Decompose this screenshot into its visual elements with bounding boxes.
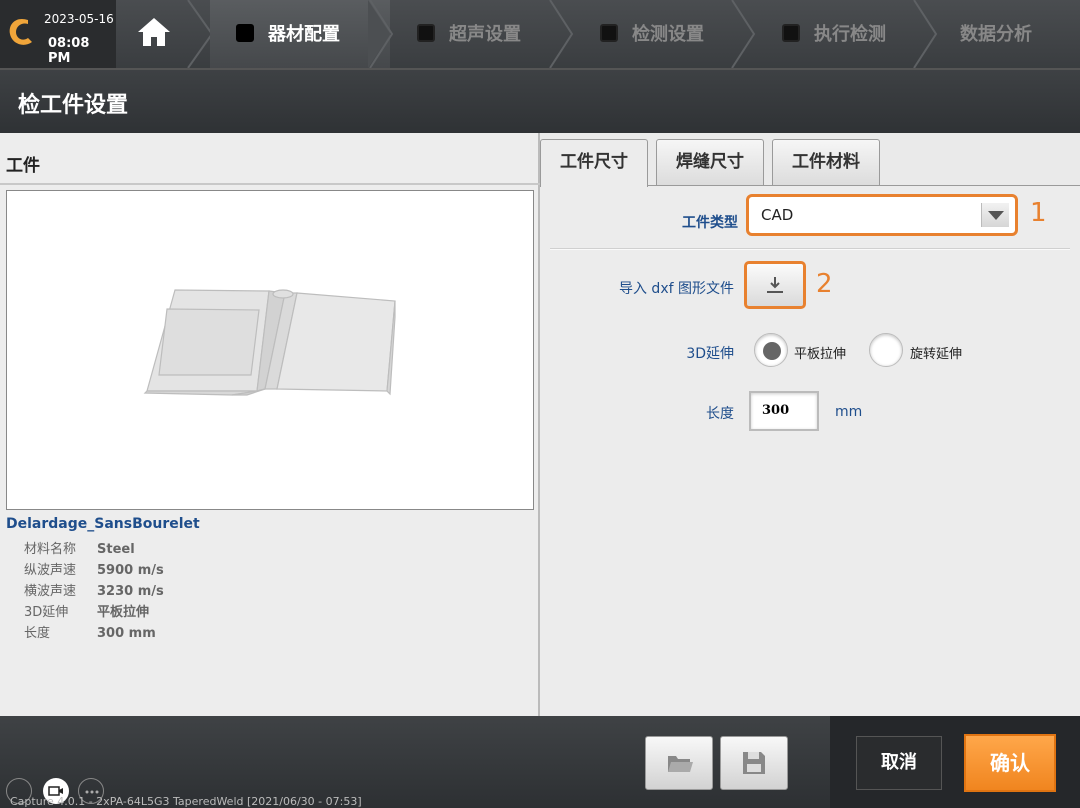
length-label: 长度 (706, 406, 734, 422)
step-data-analysis[interactable]: 数据分析 (942, 0, 1080, 68)
property-row: 横波声速 3230 m/s (24, 580, 164, 601)
step-checkbox (600, 24, 618, 42)
property-key: 横波声速 (24, 584, 77, 599)
cancel-button[interactable]: 取消 (856, 736, 942, 790)
step-checkbox (236, 24, 254, 42)
step-label: 数据分析 (960, 24, 1032, 45)
time-text: 08:08 PM (48, 36, 90, 66)
annotation-1: 1 (1030, 198, 1047, 228)
step-label: 检测设置 (632, 24, 704, 45)
property-value: Steel (97, 542, 135, 557)
property-value: 平板拉伸 (97, 605, 150, 620)
step-checkbox (417, 24, 435, 42)
date-text: 2023-05-16 (44, 12, 114, 26)
3d-extension-label: 3D延伸 (686, 346, 734, 362)
divider (0, 183, 540, 185)
workpiece-name: Delardage_SansBourelet (6, 516, 200, 532)
step-ultrasonic-settings[interactable]: 超声设置 (395, 0, 555, 68)
save-file-button[interactable] (720, 736, 788, 790)
property-row: 纵波声速 5900 m/s (24, 559, 164, 580)
settings-panel: 工件尺寸 焊缝尺寸 工件材料 工件类型 CAD 1 导入 dxf 图形文件 2 … (540, 133, 1080, 716)
part-type-value: CAD (761, 206, 794, 224)
home-icon (138, 18, 170, 46)
page-title: 检工件设置 (18, 93, 129, 118)
tab-part-dimensions[interactable]: 工件尺寸 (540, 139, 648, 187)
divider (550, 248, 1070, 250)
radio-rotation-extrusion[interactable] (869, 333, 903, 367)
confirm-button[interactable]: 确认 (964, 734, 1056, 792)
property-row: 长度 300 mm (24, 622, 164, 643)
length-input[interactable]: 300 (749, 391, 819, 431)
3d-viewer[interactable] (6, 190, 534, 510)
property-key: 3D延伸 (24, 605, 69, 620)
nav-separator (731, 0, 756, 68)
top-nav: 2023-05-16 08:08 PM 器材配置 超声设置 检测设置 执行检测 … (0, 0, 1080, 68)
property-value: 5900 m/s (97, 563, 164, 578)
tab-part-material[interactable]: 工件材料 (772, 139, 880, 185)
folder-icon (668, 756, 693, 772)
radio-flat-extrusion-label: 平板拉伸 (794, 347, 847, 362)
workpiece-panel-title: 工件 (6, 156, 40, 176)
property-key: 长度 (24, 626, 51, 641)
step-label: 器材配置 (268, 24, 340, 45)
step-equipment-config[interactable]: 器材配置 (210, 0, 390, 68)
part-type-label: 工件类型 (682, 215, 738, 231)
tab-weld-dimensions[interactable]: 焊缝尺寸 (656, 139, 764, 185)
title-bar: 检工件设置 (0, 68, 1080, 133)
property-key: 纵波声速 (24, 563, 77, 578)
part-type-dropdown[interactable]: CAD (746, 194, 1018, 236)
save-icon (743, 752, 765, 774)
nav-separator (368, 0, 394, 68)
bottom-bar: 取消 确认 Capture 4.0.1 - 2xPA-64L5G3 Tapere… (0, 716, 1080, 808)
dropdown-arrow-icon (988, 211, 1004, 220)
property-list: 材料名称 Steel 纵波声速 5900 m/s 横波声速 3230 m/s 3D延伸… (24, 538, 164, 643)
nav-separator (913, 0, 938, 68)
step-inspection-settings[interactable]: 检测设置 (578, 0, 738, 68)
radio-rotation-extrusion-label: 旋转延伸 (910, 347, 963, 362)
property-row: 3D延伸 平板拉伸 (24, 601, 164, 622)
length-unit: mm (835, 404, 863, 420)
import-dxf-button[interactable] (744, 261, 806, 309)
import-dxf-label: 导入 dxf 图形文件 (618, 281, 734, 297)
dropdown-arrow[interactable] (981, 203, 1009, 227)
nav-separator (549, 0, 574, 68)
logo-area: 2023-05-16 08:08 PM (0, 0, 116, 68)
property-row: 材料名称 Steel (24, 538, 164, 559)
workpiece-panel: 工件 Delardage_SansBourelet 材料名称 Steel 纵波声… (0, 133, 540, 716)
step-label: 执行检测 (814, 24, 886, 45)
annotation-2: 2 (816, 269, 833, 299)
open-file-button[interactable] (645, 736, 713, 790)
radio-selected-dot (763, 342, 781, 360)
status-text: Capture 4.0.1 - 2xPA-64L5G3 TaperedWeld … (10, 795, 362, 808)
radio-flat-extrusion[interactable] (754, 333, 788, 367)
logo-icon (9, 18, 32, 45)
workpiece-3d-model (143, 289, 396, 396)
property-value: 300 mm (97, 626, 156, 641)
step-label: 超声设置 (449, 24, 521, 45)
property-key: 材料名称 (24, 542, 77, 557)
step-execute-inspection[interactable]: 执行检测 (760, 0, 920, 68)
property-value: 3230 m/s (97, 584, 164, 599)
tab-content: 工件类型 CAD 1 导入 dxf 图形文件 2 3D延伸 平板拉伸 旋转延伸 … (540, 186, 1080, 716)
step-checkbox (782, 24, 800, 42)
download-icon (767, 277, 783, 293)
